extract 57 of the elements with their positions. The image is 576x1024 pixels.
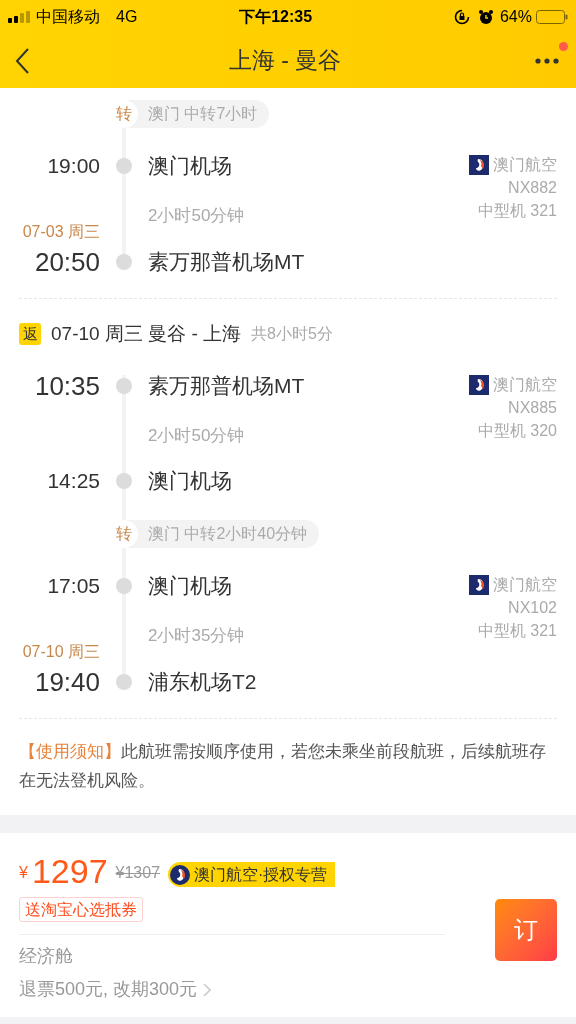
- return-tag: 返: [19, 323, 41, 345]
- airline-logo-icon: [469, 154, 489, 175]
- flight-number: NX882: [508, 178, 557, 198]
- clock-text: 下午12:35: [238, 6, 314, 27]
- rotation-lock-icon: [453, 8, 470, 25]
- airline-logo-icon: [469, 374, 489, 395]
- usage-notice: 【使用须知】此航班需按顺序使用，若您未乘坐前段航班，后续航班存在无法登机风险。: [19, 741, 547, 792]
- original-price: ¥1307: [115, 863, 161, 883]
- aircraft-type: 中型机 320: [477, 421, 557, 441]
- battery-percent: 64%: [499, 6, 532, 27]
- airport-name: 澳门机场: [148, 153, 232, 180]
- time-text: 17:05: [47, 573, 100, 600]
- return-title: 07-10 周三 曼谷 - 上海: [51, 321, 242, 346]
- aircraft-type: 中型机 321: [477, 621, 557, 641]
- total-duration: 共8小时5分: [251, 324, 333, 344]
- airline-name: 澳门航空: [493, 155, 557, 175]
- page-title: 上海 - 曼谷: [227, 46, 343, 76]
- transfer-text: 澳门 中转2小时40分钟: [148, 524, 308, 544]
- book-button[interactable]: 订: [495, 899, 557, 961]
- currency-symbol: ¥: [19, 863, 28, 883]
- price-text: 1297: [31, 851, 108, 891]
- airline-logo-icon: [170, 864, 191, 885]
- arrival-date: 07-10 周三: [22, 642, 100, 662]
- airline-logo-icon: [469, 574, 489, 595]
- transfer-tag: 转: [110, 520, 138, 548]
- transfer-tag: 转: [110, 100, 138, 128]
- chevron-right-icon: [203, 982, 212, 997]
- transfer-text: 澳门 中转7小时: [148, 104, 258, 124]
- airport-name: 浦东机场T2: [148, 669, 257, 696]
- flight-duration: 2小时50分钟: [148, 426, 245, 445]
- time-text: 14:25: [47, 468, 100, 495]
- airport-name: 素万那普机场MT: [148, 373, 305, 400]
- more-icon: [535, 57, 559, 64]
- time-text: 20:50: [34, 245, 100, 279]
- flight-number: NX885: [508, 398, 557, 418]
- airport-name: 澳门机场: [148, 573, 232, 600]
- time-text: 19:00: [47, 153, 100, 180]
- time-text: 10:35: [34, 369, 100, 403]
- arrival-date: 07-03 周三: [22, 222, 100, 242]
- airport-name: 素万那普机场MT: [148, 249, 305, 276]
- cabin-class: 经济舱: [19, 945, 74, 968]
- battery-icon: [536, 9, 568, 24]
- flight-duration: 2小时35分钟: [148, 626, 245, 645]
- time-text: 19:40: [34, 665, 100, 699]
- airport-name: 澳门机场: [148, 468, 232, 495]
- network-text: 4G: [116, 6, 138, 27]
- carrier-text: 中国移动: [36, 6, 100, 27]
- signal-icon: [8, 10, 32, 23]
- airline-name: 澳门航空: [493, 375, 557, 395]
- alarm-icon: [477, 8, 494, 25]
- refund-rules-link[interactable]: 退票500元, 改期300元: [19, 976, 445, 1003]
- coupon-tag: 送淘宝心选抵券: [19, 897, 143, 922]
- flight-number: NX102: [508, 598, 557, 618]
- badge-text: 澳门航空·授权专营: [194, 864, 328, 885]
- aircraft-type: 中型机 321: [477, 201, 557, 221]
- airline-name: 澳门航空: [493, 575, 557, 595]
- flight-duration: 2小时50分钟: [148, 206, 245, 225]
